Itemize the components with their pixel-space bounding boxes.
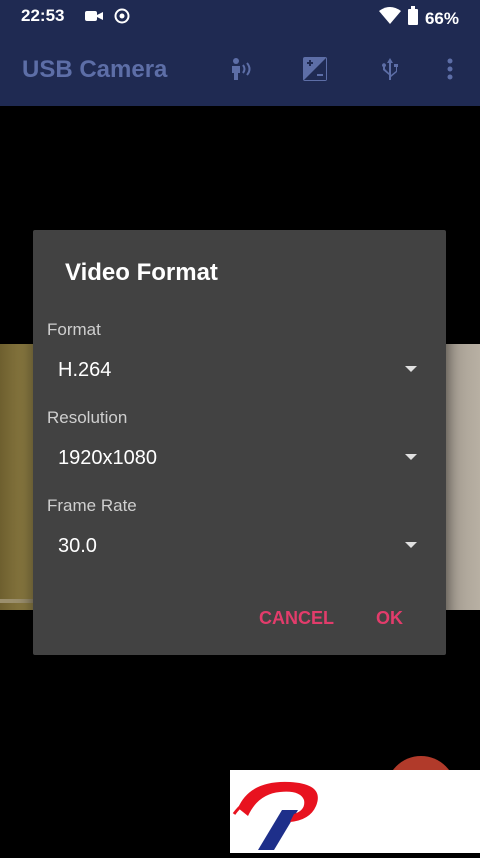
app-title: USB Camera [22, 56, 168, 83]
battery-percent: 66% [424, 8, 459, 28]
usb-icon[interactable] [376, 55, 404, 83]
dropdown-arrow-icon [405, 366, 417, 372]
cancel-button[interactable]: CANCEL [259, 608, 334, 629]
status-bar: 22:53 66% [0, 0, 480, 32]
battery-icon [407, 6, 419, 31]
format-label: Format [47, 320, 101, 339]
resolution-label: Resolution [47, 408, 128, 427]
status-time: 22:53 [21, 6, 65, 25]
video-camera-icon [84, 8, 104, 29]
ok-button[interactable]: OK [376, 608, 403, 629]
dropdown-arrow-icon [405, 542, 417, 548]
record-icon [114, 8, 130, 29]
more-vert-icon[interactable] [436, 55, 464, 83]
logo-icon [232, 781, 318, 850]
app-bar: USB Camera [0, 32, 480, 106]
dropdown-arrow-icon [405, 454, 417, 460]
watermark-logo [230, 770, 480, 853]
format-select[interactable]: H.264 [47, 350, 417, 390]
video-format-dialog: Video Format Format H.264 Resolution 192… [33, 230, 446, 655]
dialog-title: Video Format [65, 259, 218, 286]
resolution-value: 1920x1080 [58, 447, 157, 469]
frame-rate-select[interactable]: 30.0 [47, 526, 417, 566]
resolution-select[interactable]: 1920x1080 [47, 438, 417, 478]
frame-rate-label: Frame Rate [47, 496, 137, 515]
frame-rate-value: 30.0 [58, 535, 97, 557]
person-voice-icon[interactable] [226, 55, 254, 83]
wifi-icon [378, 7, 401, 30]
exposure-icon[interactable] [301, 55, 329, 83]
format-value: H.264 [58, 359, 112, 381]
